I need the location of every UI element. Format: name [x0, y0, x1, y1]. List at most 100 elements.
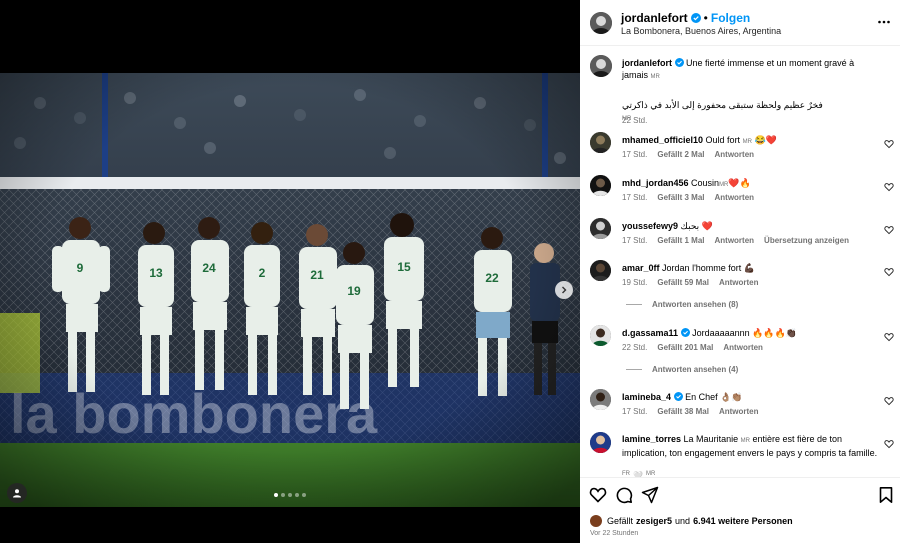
comment-text: amar_0ff Jordan l'homme fort 💪🏿 [622, 262, 878, 274]
comment-time: 22 Std. [622, 343, 648, 352]
avatar-image [590, 12, 612, 34]
comment-body: Jordan l'homme fort [662, 263, 742, 273]
verified-badge-icon [673, 392, 683, 401]
heart-icon[interactable] [884, 225, 894, 235]
reply-button[interactable]: Antworten [719, 278, 759, 287]
heart-icon[interactable] [884, 139, 894, 149]
carousel-dot [302, 493, 306, 497]
reply-button[interactable]: Antworten [719, 407, 759, 416]
comment-username[interactable]: youssefewy9 [622, 221, 678, 231]
avatar[interactable] [590, 55, 612, 77]
caption-arabic-line: فخرٌ عظيم ولحظة ستبقى محفورة إلى الأبد ف… [622, 99, 832, 125]
comment-likes[interactable]: Gefällt 3 Mal [657, 193, 704, 202]
share-icon[interactable] [641, 486, 659, 504]
avatar[interactable] [590, 325, 611, 346]
follow-button[interactable]: Folgen [711, 11, 750, 25]
post-photo[interactable]: la bombonera 9 [0, 73, 580, 507]
caption-arabic: فخرٌ عظيم ولحظة ستبقى محفورة إلى الأبد ف… [622, 100, 823, 110]
view-replies-button[interactable]: Antworten ansehen (8) [626, 300, 738, 309]
avatar[interactable] [590, 218, 611, 239]
comment-time: 17 Std. [622, 193, 648, 202]
comment-time: 17 Std. [622, 150, 648, 159]
football-celebration-image: la bombonera 9 [0, 73, 580, 507]
caption-username[interactable]: jordanlefort [622, 58, 672, 68]
comment-body: Cousin [691, 178, 720, 188]
heart-icon[interactable] [884, 332, 894, 342]
carousel-dot [295, 493, 299, 497]
carousel-next-button[interactable] [555, 281, 573, 299]
comments-list[interactable]: jordanlefort Une fierté immense et un mo… [580, 47, 900, 477]
comment-meta: 22 Std. Gefällt 201 Mal Antworten [622, 343, 763, 352]
heart-icon[interactable] [884, 396, 894, 406]
comment-body: بحبك [680, 221, 700, 231]
reply-button[interactable]: Antworten [714, 236, 754, 245]
heart-icon[interactable] [589, 486, 607, 504]
view-replies-button[interactable]: Antworten ansehen (4) [626, 365, 738, 374]
comment-username[interactable]: d.gassama11 [622, 328, 678, 338]
comment-meta: 17 Std. Gefällt 3 Mal Antworten [622, 193, 754, 202]
comment-body: Ould fort [705, 135, 741, 145]
liker-avatar [590, 515, 602, 527]
verified-badge-icon [690, 13, 701, 23]
comment-body: La Mauritanie [683, 434, 739, 444]
user-tag-button[interactable] [7, 483, 27, 503]
chevron-right-icon [562, 286, 567, 294]
translate-button[interactable]: Übersetzung anzeigen [764, 236, 849, 245]
author-username[interactable]: jordanlefort [621, 11, 688, 25]
flag-mr: MR [742, 139, 752, 145]
comment-emoji: ❤️🔥 [728, 178, 751, 188]
post-sidebar: jordanlefort • Folgen La Bombonera, Buen… [580, 0, 900, 543]
comment-icon[interactable] [615, 486, 633, 504]
comment-emoji: 👌🏽👏🏽 [720, 392, 743, 402]
liker-username[interactable]: zesiger5 [636, 516, 672, 526]
replies-line [626, 369, 642, 370]
comment-likes[interactable]: Gefällt 1 Mal [657, 236, 704, 245]
view-replies-label: Antworten ansehen (8) [652, 300, 739, 309]
reply-button[interactable]: Antworten [714, 150, 754, 159]
comment-username[interactable]: mhamed_officiel10 [622, 135, 703, 145]
likes-summary[interactable]: Gefällt zesiger5 und 6.941 weitere Perso… [590, 515, 793, 527]
avatar-image [590, 55, 612, 77]
avatar[interactable] [590, 389, 611, 410]
avatar-image [590, 175, 611, 196]
avatar[interactable] [590, 12, 612, 34]
likes-count[interactable]: 6.941 weitere Personen [693, 516, 793, 526]
heart-icon[interactable] [884, 267, 894, 277]
flag-mr: MR [740, 438, 750, 444]
avatar[interactable] [590, 260, 611, 281]
avatar-image [590, 389, 611, 410]
comment-text: lamine_torres La Mauritanie MR entière e… [622, 433, 878, 459]
comment-username[interactable]: mhd_jordan456 [622, 178, 689, 188]
carousel-dot [288, 493, 292, 497]
avatar[interactable] [590, 175, 611, 196]
comment-time: 17 Std. [622, 236, 648, 245]
comment-username[interactable]: lamineba_4 [622, 392, 671, 402]
comment-emoji: 🔥🔥🔥👏🏿 [752, 328, 797, 338]
avatar-image [590, 218, 611, 239]
post-location[interactable]: La Bombonera, Buenos Aires, Argentina [621, 26, 781, 36]
comment-text: d.gassama11 Jordaaaaannn 🔥🔥🔥👏🏿 [622, 327, 878, 339]
comment-username[interactable]: lamine_torres [622, 434, 681, 444]
comment-likes[interactable]: Gefällt 59 Mal [657, 278, 709, 287]
bookmark-icon[interactable] [877, 486, 895, 504]
avatar[interactable] [590, 132, 611, 153]
reply-button[interactable]: Antworten [723, 343, 763, 352]
verified-badge-icon [674, 58, 684, 67]
comment-likes[interactable]: Gefällt 201 Mal [657, 343, 713, 352]
comment-likes[interactable]: Gefällt 2 Mal [657, 150, 704, 159]
reply-button[interactable]: Antworten [714, 193, 754, 202]
separator-dot: • [703, 11, 708, 25]
post-timestamp[interactable]: Vor 22 Stunden [590, 530, 638, 537]
caption-meta: 22 Std. [622, 116, 647, 125]
avatar-image [590, 132, 611, 153]
comment-meta: 19 Std. Gefällt 59 Mal Antworten [622, 278, 759, 287]
heart-icon[interactable] [884, 439, 894, 449]
likes-prefix: Gefällt [607, 516, 634, 526]
more-options-icon[interactable] [877, 15, 891, 29]
heart-icon[interactable] [884, 182, 894, 192]
caption-time: 22 Std. [622, 116, 648, 125]
avatar[interactable] [590, 432, 611, 453]
caption-text: jordanlefort Une fierté immense et un mo… [622, 57, 878, 83]
comment-likes[interactable]: Gefällt 38 Mal [657, 407, 709, 416]
comment-username[interactable]: amar_0ff [622, 263, 660, 273]
